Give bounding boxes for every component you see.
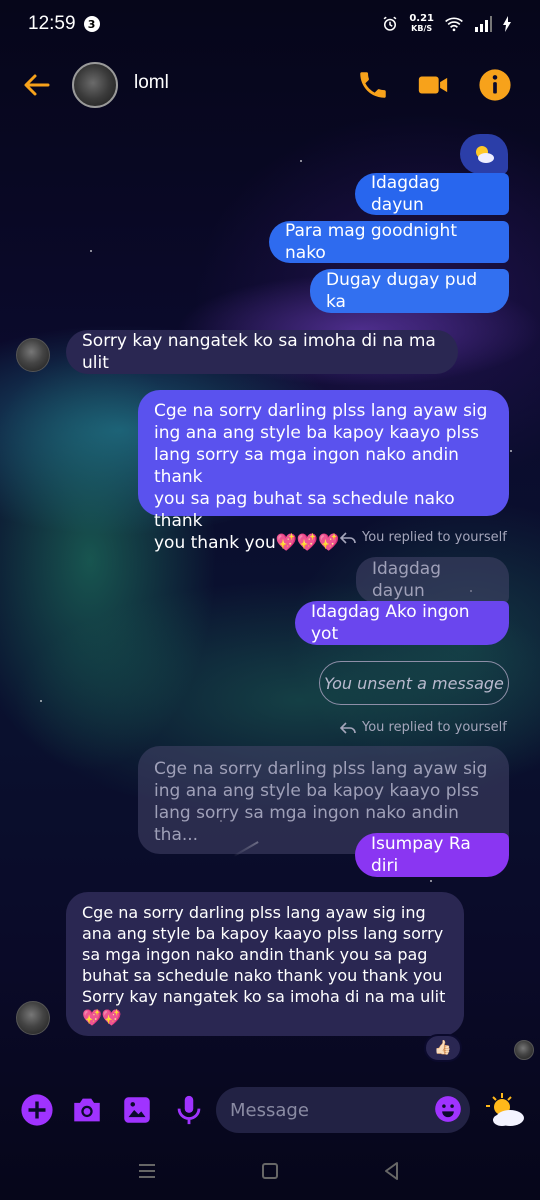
network-speed: 0.21 KB/S xyxy=(409,13,434,34)
sun-cloud-emoji-bubble xyxy=(460,134,508,174)
message-line: sa mga ingon nako andin thank you sa pag xyxy=(82,945,428,964)
message-bubble-outgoing[interactable]: Isumpay Ra diri xyxy=(355,833,509,877)
camera-icon[interactable] xyxy=(70,1093,104,1127)
message-bubble-outgoing[interactable]: Idagdag dayun xyxy=(355,173,509,215)
reply-arrow-icon xyxy=(340,531,356,544)
message-bubble-outgoing[interactable]: Idagdag Ako ingon yot xyxy=(295,601,509,645)
message-bubble-incoming[interactable]: Sorry kay nangatek ko sa imoha di na ma … xyxy=(66,330,458,374)
info-icon[interactable] xyxy=(478,68,512,102)
contact-name[interactable]: loml xyxy=(134,72,169,94)
seen-receipt-avatar xyxy=(514,1040,534,1060)
video-call-icon[interactable] xyxy=(416,68,450,102)
message-line: ana ang style ba kapoy kaayo plss lang s… xyxy=(82,924,444,943)
phone-call-icon[interactable] xyxy=(356,68,390,102)
gallery-icon[interactable] xyxy=(120,1093,154,1127)
message-line: 💖💖 xyxy=(82,1008,122,1027)
quoted-message[interactable]: Idagdag dayun xyxy=(356,557,509,603)
chat-header: loml xyxy=(0,56,540,116)
emoji-icon[interactable] xyxy=(434,1095,462,1123)
home-icon[interactable] xyxy=(259,1160,281,1182)
status-bar: 12:59 3 0.21 KB/S xyxy=(0,0,540,48)
battery-charging-icon xyxy=(503,16,511,32)
nav-back-icon[interactable] xyxy=(381,1160,403,1182)
reaction-badge[interactable]: 👍🏻 xyxy=(424,1034,462,1062)
quoted-line: Cge na sorry darling plss lang ayaw sig xyxy=(154,759,488,779)
quoted-line: ing ana ang style ba kapoy kaayo plss xyxy=(154,781,479,801)
unsent-message-indicator: You unsent a message xyxy=(319,661,509,705)
message-line: buhat sa schedule nako thank you thank y… xyxy=(82,966,443,985)
contact-avatar-small xyxy=(16,1001,50,1035)
alarm-icon xyxy=(383,16,397,31)
message-line: Cge na sorry darling plss lang ayaw sig … xyxy=(82,903,426,922)
contact-avatar[interactable] xyxy=(72,62,118,108)
message-line: ing ana ang style ba kapoy kaayo plss xyxy=(154,423,479,443)
message-bubble-outgoing[interactable]: Dugay dugay pud ka xyxy=(310,269,509,313)
message-line: you sa pag buhat sa schedule nako thank xyxy=(154,489,455,531)
message-input-placeholder: Message xyxy=(230,1099,309,1121)
contact-avatar-small xyxy=(16,338,50,372)
back-arrow-icon[interactable] xyxy=(22,70,52,100)
message-line: Cge na sorry darling plss lang ayaw sig xyxy=(154,401,488,421)
message-line: Sorry kay nangatek ko sa imoha di na ma … xyxy=(82,987,446,1006)
message-input[interactable]: Message xyxy=(216,1087,470,1133)
recent-apps-icon[interactable] xyxy=(136,1160,158,1182)
reply-note: You replied to yourself xyxy=(340,720,507,735)
signal-icon xyxy=(475,16,492,32)
reply-arrow-icon xyxy=(340,721,356,734)
reply-note-text: You replied to yourself xyxy=(362,720,507,735)
reply-note: You replied to yourself xyxy=(340,530,507,545)
status-time: 12:59 xyxy=(28,13,76,34)
plus-icon[interactable] xyxy=(20,1093,54,1127)
reply-note-text: You replied to yourself xyxy=(362,530,507,545)
message-bubble-outgoing-long[interactable]: Cge na sorry darling plss lang ayaw sig … xyxy=(138,390,509,553)
microphone-icon[interactable] xyxy=(172,1093,206,1127)
message-bubble-incoming-long[interactable]: Cge na sorry darling plss lang ayaw sig … xyxy=(66,892,464,1036)
sun-behind-cloud-icon xyxy=(476,146,494,163)
notification-count-badge: 3 xyxy=(83,16,100,32)
message-bubble-outgoing[interactable]: Para mag goodnight nako xyxy=(269,221,509,263)
quick-reaction-sun-cloud-icon[interactable] xyxy=(484,1090,528,1130)
message-line: lang sorry sa mga ingon nako andin thank xyxy=(154,445,459,487)
wifi-icon xyxy=(445,17,463,32)
